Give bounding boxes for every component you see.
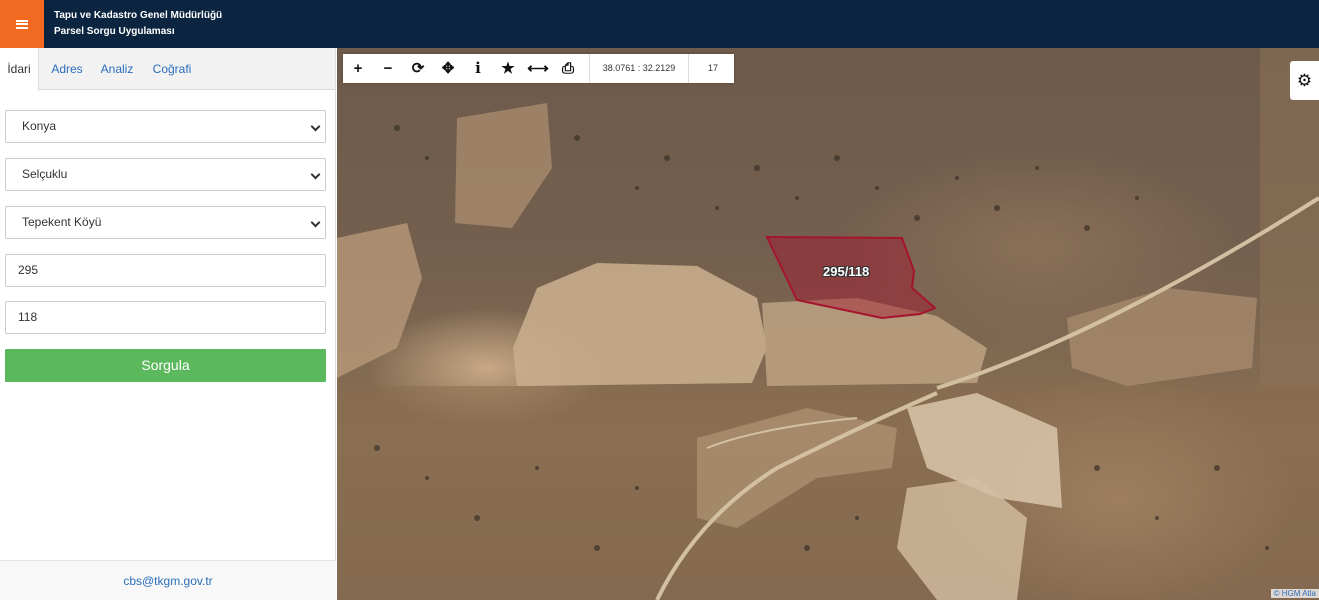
district-value: Selçuklu xyxy=(22,167,68,181)
coordinate-readout: 38.0761 : 32.2129 xyxy=(589,54,689,83)
top-bar: Tapu ve Kadastro Genel Müdürlüğü Parsel … xyxy=(0,0,1319,48)
info-icon[interactable]: i xyxy=(463,54,493,83)
map-imagery xyxy=(337,48,1319,600)
neighborhood-value: Tepekent Köyü xyxy=(22,215,102,229)
neighborhood-select[interactable]: Tepekent Köyü xyxy=(5,206,326,239)
zoom-out-icon[interactable]: − xyxy=(373,54,403,83)
refresh-icon[interactable]: ⟳ xyxy=(403,54,433,83)
tab-analiz[interactable]: Analiz xyxy=(96,48,138,90)
gear-icon: ⚙ xyxy=(1296,71,1313,90)
tab-adres[interactable]: Adres xyxy=(44,48,90,90)
map-attribution[interactable]: © HGM Atla xyxy=(1270,589,1319,598)
star-icon[interactable]: ★ xyxy=(493,54,523,83)
menu-button[interactable] xyxy=(0,0,44,48)
chevron-down-icon xyxy=(310,169,321,180)
query-sidebar: İdari Adres Analiz Coğrafi Konya Selçukl… xyxy=(0,48,336,600)
app-title: Tapu ve Kadastro Genel Müdürlüğü Parsel … xyxy=(54,8,222,40)
measure-icon[interactable]: ⟷ xyxy=(523,54,553,83)
zoom-level: 17 xyxy=(707,63,718,73)
tab-bar: İdari Adres Analiz Coğrafi xyxy=(0,48,335,91)
print-icon[interactable]: ⎙ xyxy=(553,54,583,83)
app-title-line1: Tapu ve Kadastro Genel Müdürlüğü xyxy=(54,10,223,21)
settings-button[interactable]: ⚙ xyxy=(1290,61,1319,100)
tab-cografi[interactable]: Coğrafi xyxy=(148,48,196,90)
zoom-in-icon[interactable]: + xyxy=(343,54,373,83)
province-value: Konya xyxy=(22,119,57,133)
hamburger-icon xyxy=(16,19,28,29)
parcel-label: 295/118 xyxy=(823,264,870,279)
province-select[interactable]: Konya xyxy=(5,110,326,143)
district-select[interactable]: Selçuklu xyxy=(5,158,326,191)
map-toolbar: + − ⟳ ✥ i ★ ⟷ ⎙ 38.0761 : 32.2129 17 xyxy=(343,54,734,83)
app-title-line2: Parsel Sorgu Uygulaması xyxy=(54,26,175,37)
chevron-down-icon xyxy=(310,121,321,132)
query-button[interactable]: Sorgula xyxy=(5,349,326,382)
parcel-input[interactable]: 118 xyxy=(5,301,326,334)
chevron-down-icon xyxy=(310,217,321,228)
locate-icon[interactable]: ✥ xyxy=(433,54,463,83)
satellite-map[interactable]: © HGM Atla xyxy=(337,48,1319,600)
contact-email-link[interactable]: cbs@tkgm.gov.tr xyxy=(0,560,336,600)
tab-idari[interactable]: İdari xyxy=(0,48,39,91)
block-input[interactable]: 295 xyxy=(5,254,326,287)
